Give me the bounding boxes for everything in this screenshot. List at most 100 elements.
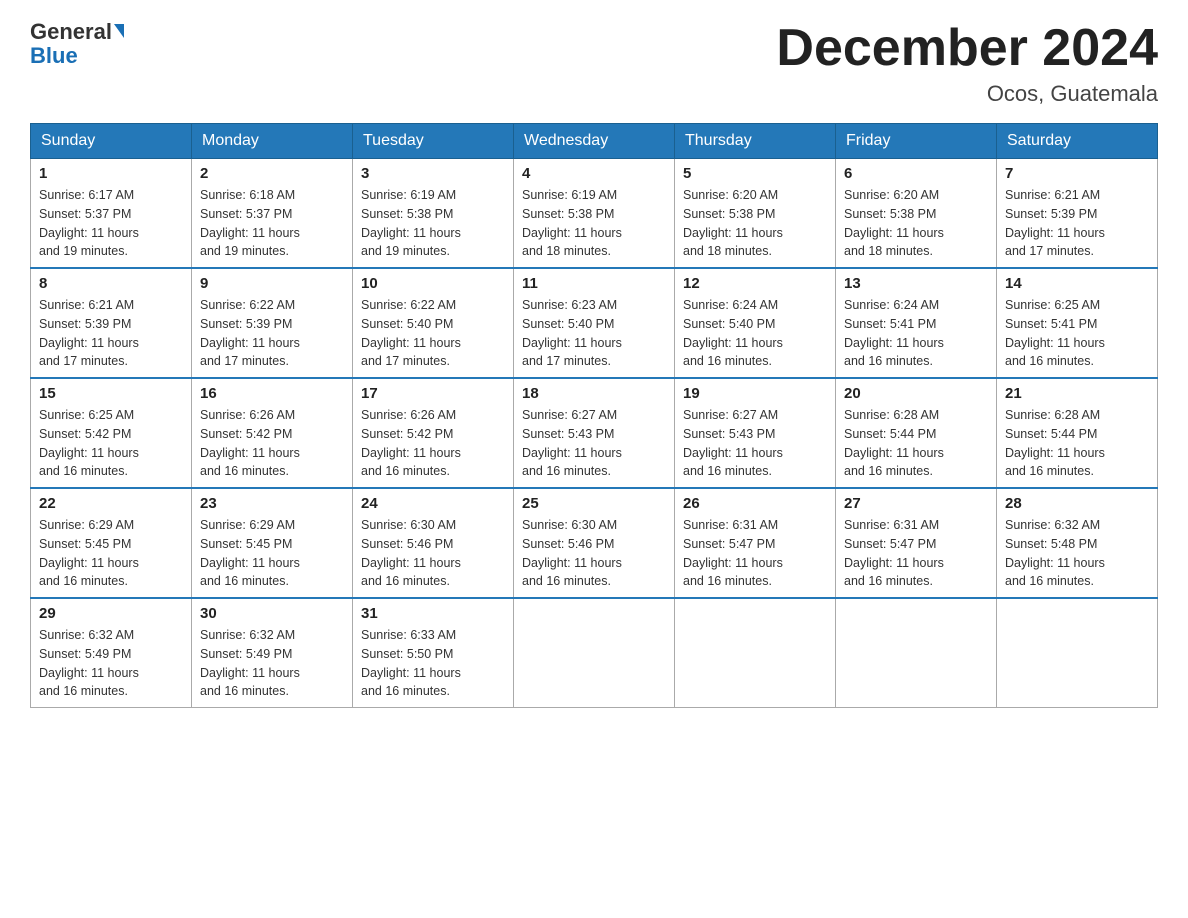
calendar-week-row: 1 Sunrise: 6:17 AMSunset: 5:37 PMDaylight… — [31, 159, 1158, 269]
calendar-cell: 30Sunrise: 6:32 AMSunset: 5:49 PMDayligh… — [192, 598, 353, 708]
col-wednesday: Wednesday — [514, 124, 675, 159]
calendar-cell: 12Sunrise: 6:24 AMSunset: 5:40 PMDayligh… — [675, 268, 836, 378]
calendar-cell: 21 Sunrise: 6:28 AMSunset: 5:44 PMDayligh… — [997, 378, 1158, 488]
day-info: Sunrise: 6:30 AMSunset: 5:46 PMDaylight:… — [361, 516, 505, 591]
calendar-cell: 5 Sunrise: 6:20 AMSunset: 5:38 PMDaylight… — [675, 159, 836, 269]
day-number: 12 — [683, 275, 827, 292]
day-info: Sunrise: 6:25 AMSunset: 5:41 PMDaylight:… — [1005, 296, 1149, 371]
calendar-cell: 4 Sunrise: 6:19 AMSunset: 5:38 PMDaylight… — [514, 159, 675, 269]
title-block: December 2024 Ocos, Guatemala — [776, 20, 1158, 107]
col-monday: Monday — [192, 124, 353, 159]
day-info: Sunrise: 6:28 AMSunset: 5:44 PMDaylight:… — [1005, 406, 1149, 481]
calendar-cell: 18 Sunrise: 6:27 AMSunset: 5:43 PMDayligh… — [514, 378, 675, 488]
day-number: 18 — [522, 385, 666, 402]
day-info: Sunrise: 6:19 AMSunset: 5:38 PMDaylight:… — [522, 186, 666, 261]
calendar-cell: 2Sunrise: 6:18 AMSunset: 5:37 PMDaylight… — [192, 159, 353, 269]
day-number: 16 — [200, 385, 344, 402]
day-number: 24 — [361, 495, 505, 512]
day-info: Sunrise: 6:20 AMSunset: 5:38 PMDaylight:… — [683, 186, 827, 261]
col-tuesday: Tuesday — [353, 124, 514, 159]
day-number: 23 — [200, 495, 344, 512]
day-info: Sunrise: 6:32 AMSunset: 5:49 PMDaylight:… — [39, 626, 183, 701]
calendar-cell: 9 Sunrise: 6:22 AMSunset: 5:39 PMDaylight… — [192, 268, 353, 378]
calendar-cell: 8 Sunrise: 6:21 AMSunset: 5:39 PMDaylight… — [31, 268, 192, 378]
calendar-week-row: 29 Sunrise: 6:32 AMSunset: 5:49 PMDayligh… — [31, 598, 1158, 708]
day-number: 4 — [522, 165, 666, 182]
day-info: Sunrise: 6:26 AMSunset: 5:42 PMDaylight:… — [200, 406, 344, 481]
day-number: 15 — [39, 385, 183, 402]
calendar-cell: 17 Sunrise: 6:26 AMSunset: 5:42 PMDayligh… — [353, 378, 514, 488]
day-number: 20 — [844, 385, 988, 402]
day-info: Sunrise: 6:21 AMSunset: 5:39 PMDaylight:… — [39, 296, 183, 371]
calendar-cell: 24 Sunrise: 6:30 AMSunset: 5:46 PMDayligh… — [353, 488, 514, 598]
day-number: 6 — [844, 165, 988, 182]
day-info: Sunrise: 6:27 AMSunset: 5:43 PMDaylight:… — [522, 406, 666, 481]
day-info: Sunrise: 6:29 AMSunset: 5:45 PMDaylight:… — [200, 516, 344, 591]
day-number: 5 — [683, 165, 827, 182]
calendar-cell — [514, 598, 675, 708]
day-number: 25 — [522, 495, 666, 512]
calendar-cell: 16 Sunrise: 6:26 AMSunset: 5:42 PMDayligh… — [192, 378, 353, 488]
day-number: 22 — [39, 495, 183, 512]
day-info: Sunrise: 6:19 AMSunset: 5:38 PMDaylight:… — [361, 186, 505, 261]
calendar-cell — [675, 598, 836, 708]
day-number: 8 — [39, 275, 183, 292]
day-info: Sunrise: 6:28 AMSunset: 5:44 PMDaylight:… — [844, 406, 988, 481]
calendar-cell: 29 Sunrise: 6:32 AMSunset: 5:49 PMDayligh… — [31, 598, 192, 708]
calendar-week-row: 22 Sunrise: 6:29 AMSunset: 5:45 PMDayligh… — [31, 488, 1158, 598]
calendar-cell: 15 Sunrise: 6:25 AMSunset: 5:42 PMDayligh… — [31, 378, 192, 488]
col-sunday: Sunday — [31, 124, 192, 159]
day-number: 9 — [200, 275, 344, 292]
calendar-cell — [836, 598, 997, 708]
day-info: Sunrise: 6:30 AMSunset: 5:46 PMDaylight:… — [522, 516, 666, 591]
calendar-cell: 11 Sunrise: 6:23 AMSunset: 5:40 PMDayligh… — [514, 268, 675, 378]
day-info: Sunrise: 6:24 AMSunset: 5:41 PMDaylight:… — [844, 296, 988, 371]
day-number: 21 — [1005, 385, 1149, 402]
day-info: Sunrise: 6:25 AMSunset: 5:42 PMDaylight:… — [39, 406, 183, 481]
calendar-cell: 20 Sunrise: 6:28 AMSunset: 5:44 PMDayligh… — [836, 378, 997, 488]
calendar-cell: 13 Sunrise: 6:24 AMSunset: 5:41 PMDayligh… — [836, 268, 997, 378]
day-number: 17 — [361, 385, 505, 402]
day-number: 11 — [522, 275, 666, 292]
page-subtitle: Ocos, Guatemala — [776, 81, 1158, 107]
calendar-cell: 3 Sunrise: 6:19 AMSunset: 5:38 PMDaylight… — [353, 159, 514, 269]
logo-blue-text: Blue — [30, 44, 124, 68]
page-title: December 2024 — [776, 20, 1158, 77]
day-info: Sunrise: 6:17 AMSunset: 5:37 PMDaylight:… — [39, 186, 183, 261]
col-friday: Friday — [836, 124, 997, 159]
day-number: 29 — [39, 605, 183, 622]
day-number: 1 — [39, 165, 183, 182]
day-number: 2 — [200, 165, 344, 182]
day-number: 13 — [844, 275, 988, 292]
calendar-cell: 6 Sunrise: 6:20 AMSunset: 5:38 PMDaylight… — [836, 159, 997, 269]
calendar-table: Sunday Monday Tuesday Wednesday Thursday… — [30, 123, 1158, 708]
day-info: Sunrise: 6:32 AMSunset: 5:49 PMDaylight:… — [200, 626, 344, 701]
calendar-cell: 23 Sunrise: 6:29 AMSunset: 5:45 PMDayligh… — [192, 488, 353, 598]
calendar-cell: 22 Sunrise: 6:29 AMSunset: 5:45 PMDayligh… — [31, 488, 192, 598]
day-number: 3 — [361, 165, 505, 182]
calendar-week-row: 15 Sunrise: 6:25 AMSunset: 5:42 PMDayligh… — [31, 378, 1158, 488]
day-info: Sunrise: 6:33 AMSunset: 5:50 PMDaylight:… — [361, 626, 505, 701]
col-thursday: Thursday — [675, 124, 836, 159]
calendar-cell: 14Sunrise: 6:25 AMSunset: 5:41 PMDayligh… — [997, 268, 1158, 378]
logo-triangle-icon — [114, 24, 124, 38]
day-info: Sunrise: 6:31 AMSunset: 5:47 PMDaylight:… — [844, 516, 988, 591]
calendar-cell: 10Sunrise: 6:22 AMSunset: 5:40 PMDayligh… — [353, 268, 514, 378]
logo: General Blue — [30, 20, 124, 68]
day-info: Sunrise: 6:23 AMSunset: 5:40 PMDaylight:… — [522, 296, 666, 371]
calendar-cell — [997, 598, 1158, 708]
day-number: 27 — [844, 495, 988, 512]
calendar-cell: 28Sunrise: 6:32 AMSunset: 5:48 PMDayligh… — [997, 488, 1158, 598]
day-info: Sunrise: 6:29 AMSunset: 5:45 PMDaylight:… — [39, 516, 183, 591]
day-info: Sunrise: 6:20 AMSunset: 5:38 PMDaylight:… — [844, 186, 988, 261]
col-saturday: Saturday — [997, 124, 1158, 159]
day-info: Sunrise: 6:21 AMSunset: 5:39 PMDaylight:… — [1005, 186, 1149, 261]
calendar-cell: 27 Sunrise: 6:31 AMSunset: 5:47 PMDayligh… — [836, 488, 997, 598]
calendar-cell: 31Sunrise: 6:33 AMSunset: 5:50 PMDayligh… — [353, 598, 514, 708]
day-number: 26 — [683, 495, 827, 512]
day-info: Sunrise: 6:22 AMSunset: 5:39 PMDaylight:… — [200, 296, 344, 371]
calendar-cell: 19Sunrise: 6:27 AMSunset: 5:43 PMDayligh… — [675, 378, 836, 488]
day-number: 7 — [1005, 165, 1149, 182]
day-info: Sunrise: 6:26 AMSunset: 5:42 PMDaylight:… — [361, 406, 505, 481]
calendar-header-row: Sunday Monday Tuesday Wednesday Thursday… — [31, 124, 1158, 159]
